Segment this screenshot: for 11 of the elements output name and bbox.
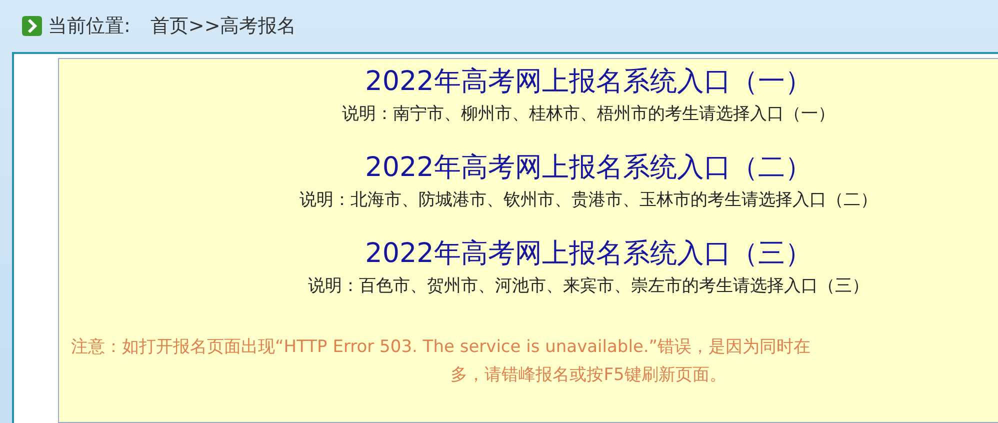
entry-note: 说明：百色市、贺州市、河池市、来宾市、崇左市的考生请选择入口（三） [308,275,869,298]
entry-link[interactable]: 2022年高考网上报名系统入口（三） [365,235,812,273]
breadcrumb-link[interactable]: 首页>>高考报名 [150,13,296,39]
entry-note: 说明：南宁市、柳州市、桂林市、梧州市的考生请选择入口（一） [342,103,835,126]
entry-link[interactable]: 2022年高考网上报名系统入口（一） [365,63,812,101]
location-label: 当前位置: [48,14,130,39]
chevron-icon [22,16,42,36]
warning-text: 多，请错峰报名或按F5键刷新页面。 [450,364,726,387]
entry-note: 说明：北海市、防城港市、钦州市、贵港市、玉林市的考生请选择入口（二） [300,189,878,212]
entry-link[interactable]: 2022年高考网上报名系统入口（二） [365,149,812,187]
warning-text: 注意：如打开报名页面出现“HTTP Error 503. The service is unavailable.”错误，是因为同时在 [70,336,811,359]
